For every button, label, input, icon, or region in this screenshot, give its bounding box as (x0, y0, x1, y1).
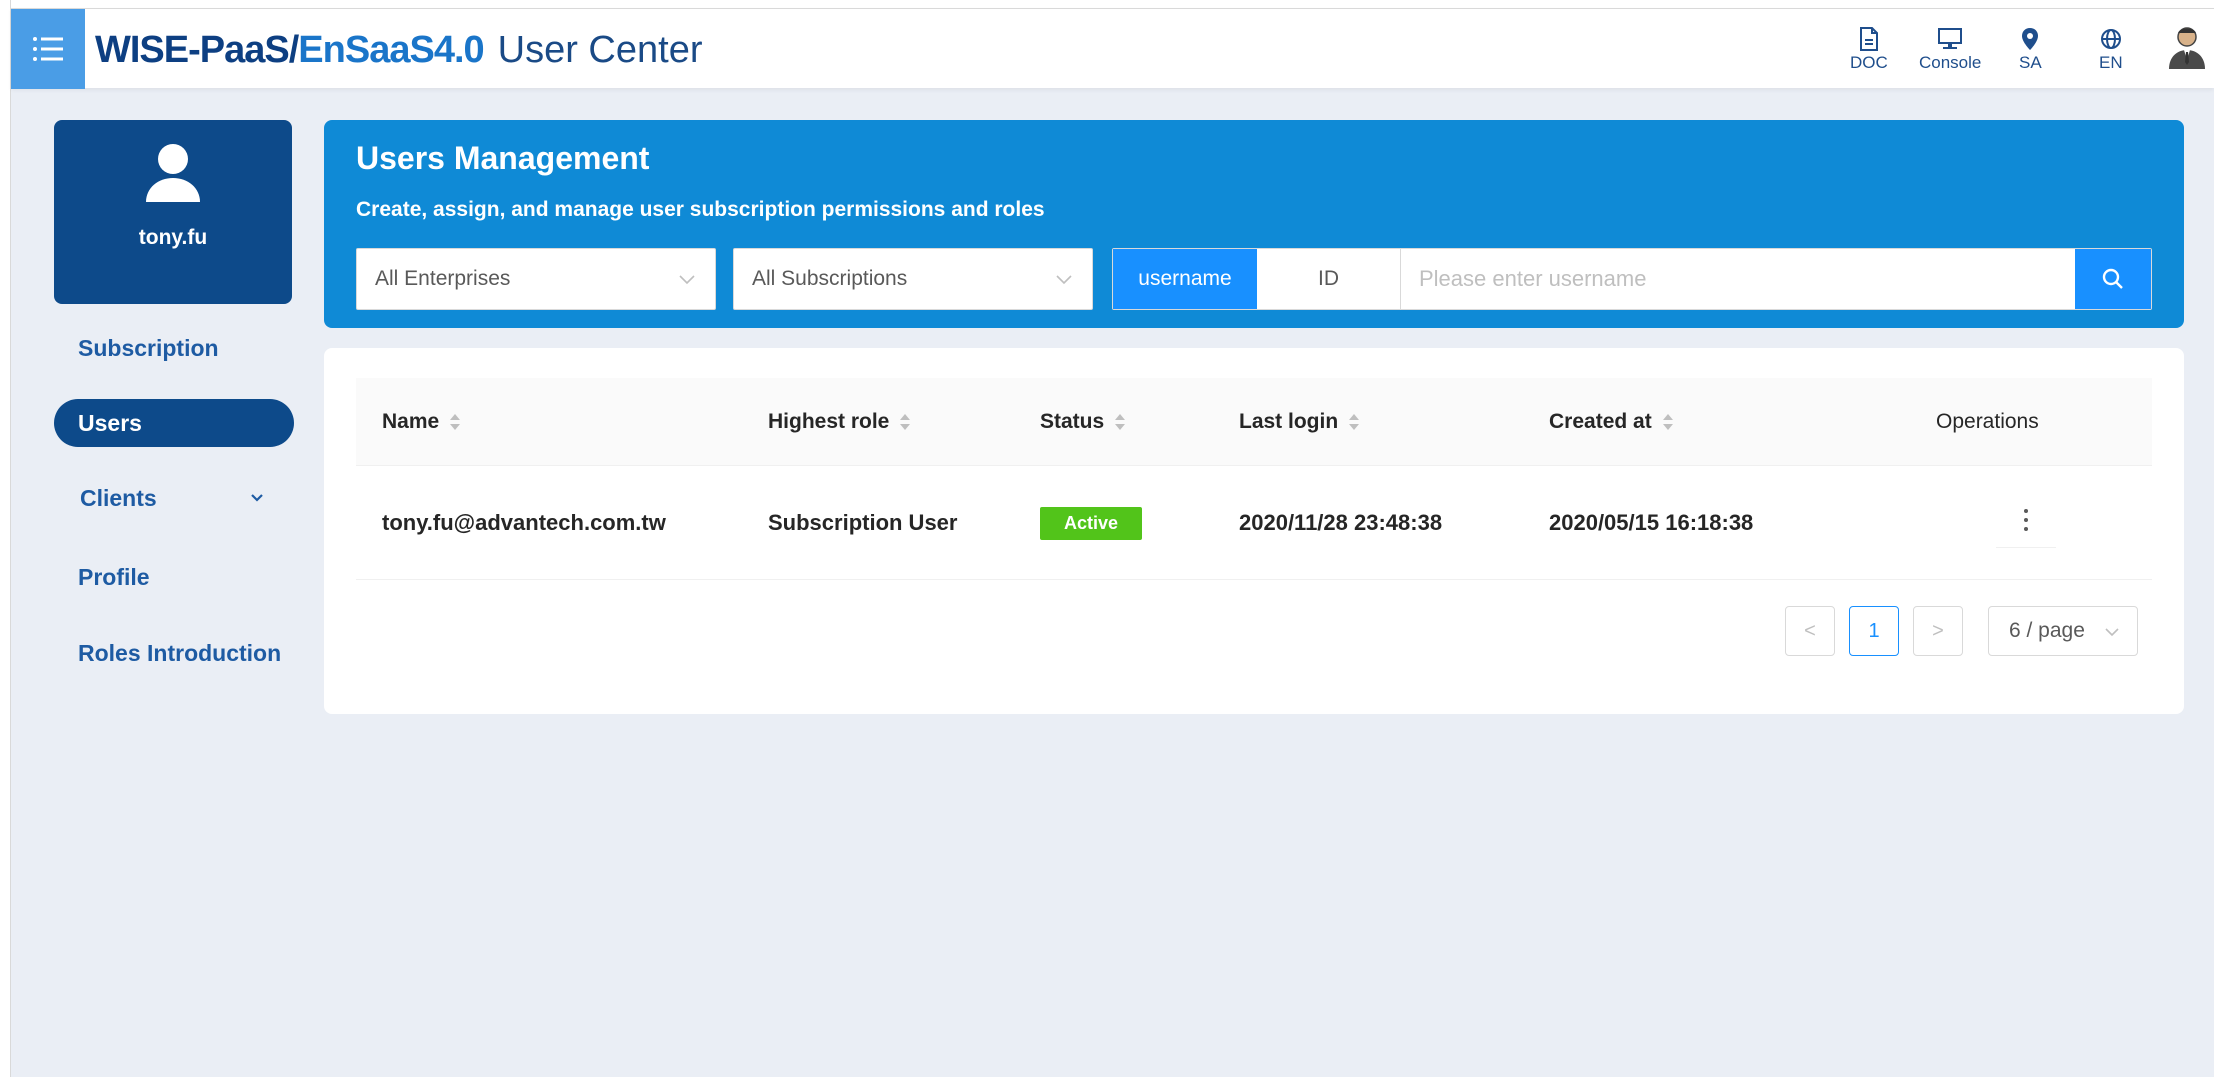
sidebar-item-clients[interactable]: Clients (54, 474, 294, 522)
column-header-label: Created at (1549, 410, 1652, 433)
sidebar-item-label: Subscription (78, 334, 219, 361)
page-size-value: 6 / page (2009, 619, 2085, 642)
user-avatar-button[interactable] (2167, 25, 2207, 74)
chevron-down-icon (679, 275, 695, 285)
window-top-edge (0, 0, 2214, 8)
sort-icon (1662, 413, 1674, 431)
sort-icon (449, 413, 461, 431)
pagination-next-button[interactable]: > (1913, 606, 1963, 656)
search-mode-username[interactable]: username (1113, 249, 1257, 309)
sort-icon (899, 413, 911, 431)
sidebar-user-card: tony.fu (54, 120, 292, 304)
user-silhouette-icon (146, 144, 200, 202)
brand-wise-paas: WISE-PaaS/ (95, 29, 299, 71)
column-header-label: Name (382, 410, 440, 433)
sidebar-item-label: Roles Introduction (78, 639, 282, 666)
cell-name: tony.fu@advantech.com.tw (382, 510, 666, 535)
user-search-group: username ID (1112, 248, 2152, 310)
sidebar-item-profile[interactable]: Profile (54, 553, 294, 601)
enterprise-select[interactable]: All Enterprises (356, 248, 716, 310)
cell-status: Active (1040, 466, 1143, 580)
brand-ensaas: EnSaaS4.0 (298, 29, 484, 71)
column-header-label: Highest role (768, 410, 890, 433)
more-vertical-icon (2024, 508, 2028, 531)
cell-highest-role: Subscription User (768, 510, 958, 535)
search-button[interactable] (2075, 249, 2151, 309)
column-header-label: Last login (1239, 410, 1339, 433)
pagination-page-1[interactable]: 1 (1849, 606, 1899, 656)
list-menu-icon (33, 37, 63, 61)
window-left-edge (0, 0, 11, 1077)
column-header-operations: Operations (1936, 378, 2039, 466)
pagination-prev-button[interactable]: < (1785, 606, 1835, 656)
doc-icon (1859, 27, 1878, 51)
column-header-status[interactable]: Status (1040, 378, 1126, 466)
sidebar-item-subscription[interactable]: Subscription (54, 324, 294, 372)
brand-user-center: User Center (497, 29, 703, 71)
column-header-created-at[interactable]: Created at (1549, 378, 1674, 466)
column-header-label: Operations (1936, 410, 2039, 433)
chevron-down-icon (1056, 275, 1072, 285)
sidebar-item-label: Clients (80, 484, 157, 511)
page-subtitle: Create, assign, and manage user subscrip… (356, 198, 1045, 221)
sidebar-item-roles-introduction[interactable]: Roles Introduction (54, 629, 294, 677)
column-header-last-login[interactable]: Last login (1239, 378, 1360, 466)
users-management-panel: Users Management Create, assign, and man… (324, 120, 2184, 328)
search-mode-id[interactable]: ID (1257, 249, 1401, 309)
sidebar-item-label: Profile (78, 563, 150, 590)
language-label: EN (2099, 53, 2123, 72)
header-sa-link[interactable]: SA (2019, 27, 2042, 83)
chevron-down-icon (251, 494, 263, 502)
console-label: Console (1919, 53, 1982, 72)
header-doc-link[interactable]: DOC (1850, 27, 1888, 83)
location-pin-icon (2022, 28, 2039, 50)
page-title: Users Management (356, 140, 650, 176)
sidebar-username: tony.fu (138, 226, 208, 249)
header-language-link[interactable]: EN (2099, 27, 2123, 83)
user-avatar-icon (2169, 27, 2205, 69)
row-operations-button[interactable] (1996, 492, 2056, 548)
search-input[interactable] (1401, 249, 2075, 309)
search-icon (2102, 268, 2123, 289)
cell-created-at: 2020/05/15 16:18:38 (1549, 510, 1754, 535)
globe-icon (2100, 29, 2121, 49)
menu-toggle-button[interactable] (11, 9, 85, 89)
sort-icon (1348, 413, 1360, 431)
app-brand: WISE-PaaS/ EnSaaS4.0 User Center (95, 29, 703, 71)
table-row: tony.fu@advantech.com.tw Subscription Us… (356, 466, 2152, 580)
subscription-select[interactable]: All Subscriptions (733, 248, 1093, 310)
header-console-link[interactable]: Console (1919, 27, 1981, 83)
sort-icon (1114, 413, 1126, 431)
status-badge: Active (1040, 506, 1143, 540)
table-header: Name Highest role Status Last login Crea… (356, 378, 2152, 466)
top-header: WISE-PaaS/ EnSaaS4.0 User Center DOC Con… (11, 8, 2214, 89)
users-table-card: Name Highest role Status Last login Crea… (324, 348, 2184, 714)
column-header-highest-role[interactable]: Highest role (768, 378, 911, 466)
monitor-icon (1938, 28, 1963, 49)
doc-label: DOC (1850, 53, 1888, 72)
column-header-label: Status (1040, 410, 1105, 433)
sidebar-item-label: Users (78, 409, 142, 436)
column-header-name[interactable]: Name (382, 378, 461, 466)
subscription-select-value: All Subscriptions (752, 267, 908, 290)
cell-last-login: 2020/11/28 23:48:38 (1239, 510, 1443, 535)
enterprise-select-value: All Enterprises (375, 267, 511, 290)
sidebar-item-users[interactable]: Users (54, 399, 294, 447)
page-size-select[interactable]: 6 / page (1988, 606, 2138, 656)
chevron-down-icon (2105, 628, 2119, 637)
sa-label: SA (2019, 53, 2042, 72)
